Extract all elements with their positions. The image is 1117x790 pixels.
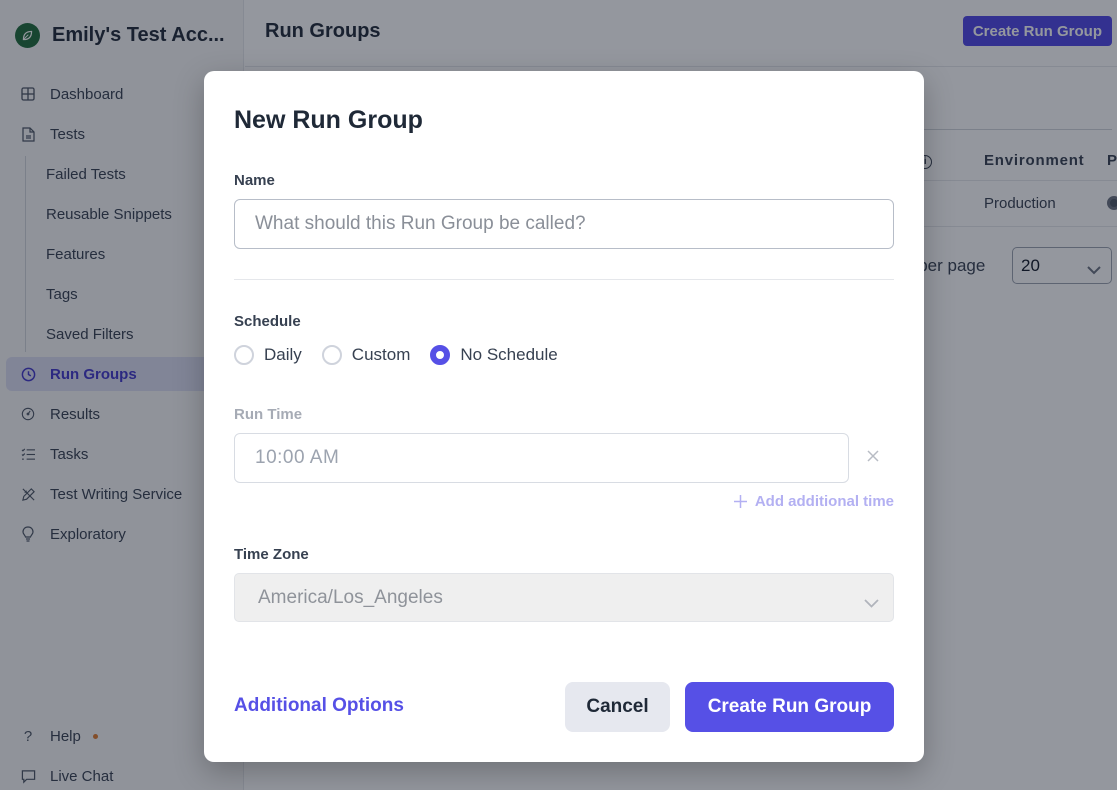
chevron-down-icon bbox=[864, 592, 879, 614]
time-zone-label: Time Zone bbox=[234, 546, 309, 563]
section-divider bbox=[234, 279, 894, 280]
name-label: Name bbox=[234, 172, 275, 189]
additional-options-link[interactable]: Additional Options bbox=[234, 695, 404, 717]
time-zone-select[interactable]: America/Los_Angeles bbox=[234, 573, 894, 622]
run-time-label: Run Time bbox=[234, 406, 303, 423]
schedule-option-custom[interactable]: Custom bbox=[321, 345, 410, 365]
modal-title: New Run Group bbox=[234, 106, 423, 134]
schedule-option-no-schedule[interactable]: No Schedule bbox=[430, 345, 558, 365]
radio-unchecked-icon[interactable] bbox=[321, 345, 342, 365]
plus-icon bbox=[733, 495, 747, 508]
schedule-label: Schedule bbox=[234, 313, 301, 330]
add-additional-time-button[interactable]: Add additional time bbox=[733, 493, 894, 510]
create-run-group-submit-button[interactable]: Create Run Group bbox=[685, 682, 894, 732]
new-run-group-modal: New Run Group Name Schedule Daily Custom… bbox=[204, 71, 924, 762]
schedule-option-daily[interactable]: Daily bbox=[234, 345, 302, 365]
radio-checked-icon[interactable] bbox=[430, 345, 451, 365]
cancel-button[interactable]: Cancel bbox=[565, 682, 670, 732]
close-icon[interactable] bbox=[864, 447, 882, 465]
run-time-input[interactable]: 10:00 AM bbox=[234, 433, 849, 483]
radio-unchecked-icon[interactable] bbox=[234, 345, 254, 365]
name-input[interactable] bbox=[234, 199, 894, 249]
schedule-radio-group: Daily Custom No Schedule bbox=[234, 345, 578, 365]
